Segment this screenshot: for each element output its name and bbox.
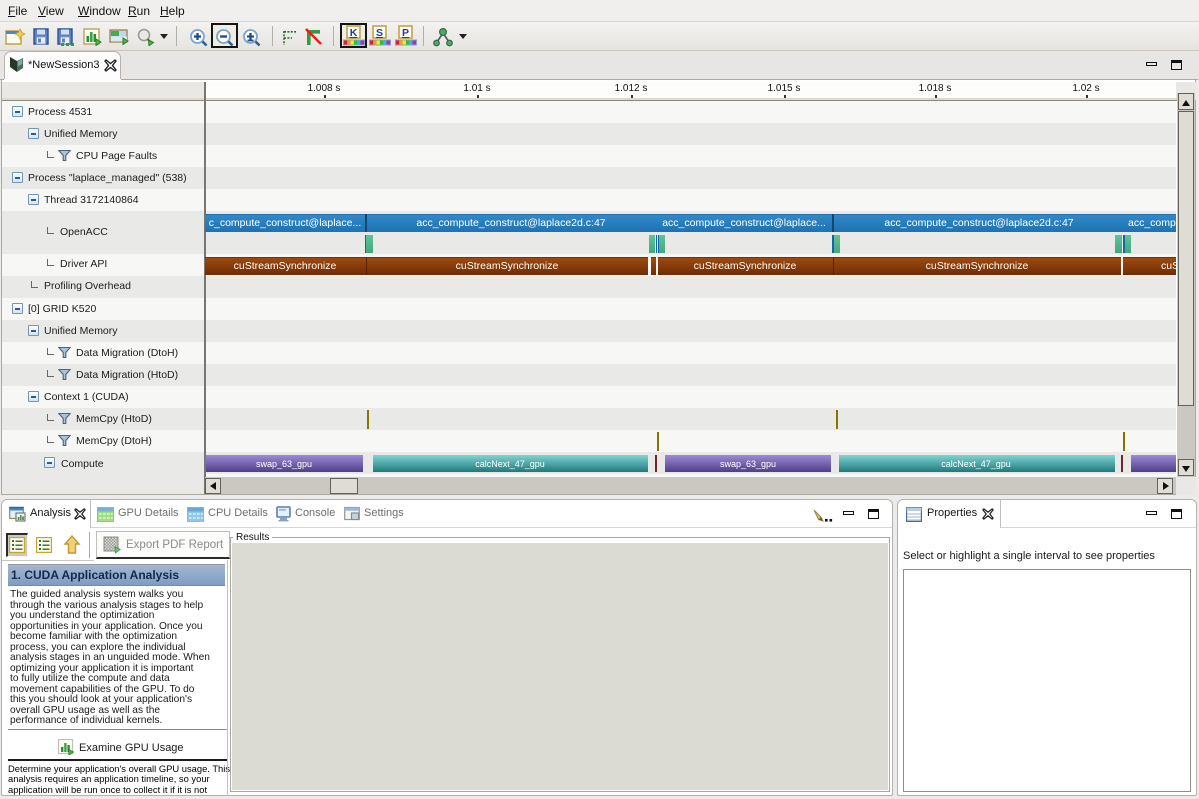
svg-text:S: S (376, 27, 383, 39)
svg-text:P: P (402, 27, 409, 39)
svg-text:K: K (350, 27, 358, 39)
